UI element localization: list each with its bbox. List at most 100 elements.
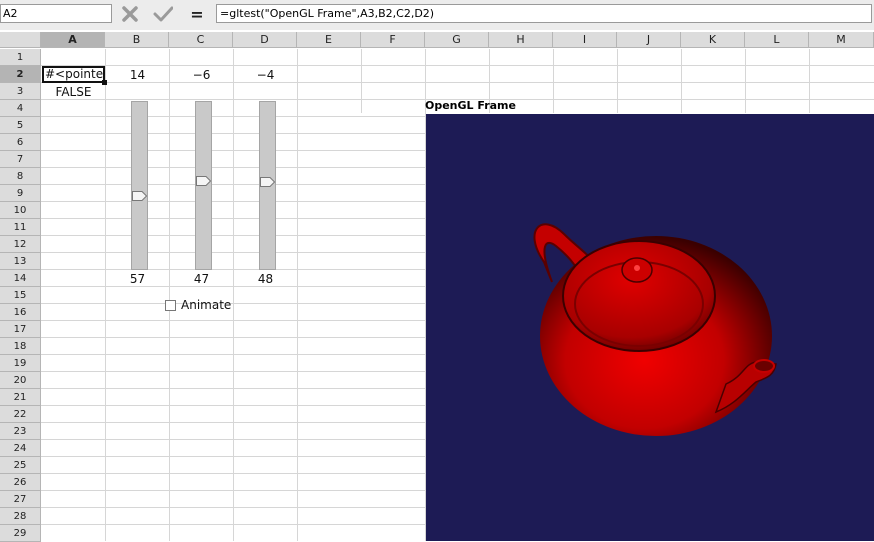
row-header-1[interactable]: 1 (0, 49, 41, 66)
grid-line (41, 116, 426, 117)
column-header-e[interactable]: E (297, 32, 361, 48)
grid-line (169, 49, 170, 541)
row-header-18[interactable]: 18 (0, 338, 41, 355)
row-header-21[interactable]: 21 (0, 389, 41, 406)
grid-line (41, 303, 426, 304)
cross-icon (122, 6, 138, 22)
column-header-l[interactable]: L (745, 32, 809, 48)
column-header-c[interactable]: C (169, 32, 233, 48)
grid-line (41, 371, 426, 372)
grid-line (809, 49, 810, 113)
opengl-frame[interactable] (426, 114, 874, 541)
name-box[interactable]: A2 (0, 4, 112, 23)
row-header-11[interactable]: 11 (0, 219, 41, 236)
grid-line (41, 252, 426, 253)
grid-line (41, 354, 426, 355)
column-header-g[interactable]: G (425, 32, 489, 48)
opengl-frame-title: OpenGL Frame (425, 99, 516, 112)
grid-line (41, 388, 426, 389)
cancel-button[interactable] (119, 4, 141, 24)
row-header-5[interactable]: 5 (0, 117, 41, 134)
grid-line (681, 49, 682, 113)
cell-c14[interactable]: 47 (170, 271, 233, 287)
grid-line (745, 49, 746, 113)
slider-thumb[interactable] (132, 191, 147, 201)
column-header-k[interactable]: K (681, 32, 745, 48)
grid-line (41, 218, 426, 219)
row-header-17[interactable]: 17 (0, 321, 41, 338)
row-header-13[interactable]: 13 (0, 253, 41, 270)
grid-line (41, 235, 426, 236)
checkbox-box[interactable] (165, 299, 176, 311)
row-header-9[interactable]: 9 (0, 185, 41, 202)
grid-line (41, 150, 426, 151)
grid-line (41, 524, 426, 525)
grid-line (41, 422, 426, 423)
equals-button[interactable]: = (186, 4, 208, 24)
formula-bar: A2 = =gltest("OpenGL Frame",A3,B2,C2,D2) (0, 0, 874, 30)
formula-input[interactable]: =gltest("OpenGL Frame",A3,B2,C2,D2) (216, 4, 872, 23)
row-header-25[interactable]: 25 (0, 457, 41, 474)
slider-d[interactable] (259, 101, 276, 270)
column-header-b[interactable]: B (105, 32, 169, 48)
grid-line (41, 65, 874, 66)
animate-checkbox[interactable]: Animate (165, 298, 231, 312)
slider-c[interactable] (195, 101, 212, 270)
column-header-f[interactable]: F (361, 32, 425, 48)
grid-line (41, 507, 426, 508)
row-header-19[interactable]: 19 (0, 355, 41, 372)
row-header-10[interactable]: 10 (0, 202, 41, 219)
row-header-23[interactable]: 23 (0, 423, 41, 440)
row-header-14[interactable]: 14 (0, 270, 41, 287)
cell-d2[interactable]: −4 (234, 67, 297, 83)
column-header-j[interactable]: J (617, 32, 681, 48)
grid-line (41, 456, 426, 457)
grid-line (41, 269, 426, 270)
cell-a3[interactable]: FALSE (42, 84, 105, 100)
column-header-h[interactable]: H (489, 32, 553, 48)
grid-line (41, 320, 426, 321)
row-header-22[interactable]: 22 (0, 406, 41, 423)
column-header-m[interactable]: M (809, 32, 874, 48)
slider-b[interactable] (131, 101, 148, 270)
row-header-24[interactable]: 24 (0, 440, 41, 457)
grid-line (41, 167, 426, 168)
checkmark-icon (153, 6, 173, 22)
row-header-12[interactable]: 12 (0, 236, 41, 253)
row-header-3[interactable]: 3 (0, 83, 41, 100)
grid-line (297, 49, 298, 541)
cell-c2[interactable]: −6 (170, 67, 233, 83)
row-header-20[interactable]: 20 (0, 372, 41, 389)
row-header-8[interactable]: 8 (0, 168, 41, 185)
row-header-16[interactable]: 16 (0, 304, 41, 321)
row-header-7[interactable]: 7 (0, 151, 41, 168)
grid-line (41, 473, 426, 474)
grid-line (361, 49, 362, 113)
row-header-29[interactable]: 29 (0, 525, 41, 542)
cell-b2[interactable]: 14 (106, 67, 169, 83)
grid-line (233, 49, 234, 541)
grid-line (41, 490, 426, 491)
cell-b14[interactable]: 57 (106, 271, 169, 287)
column-header-d[interactable]: D (233, 32, 297, 48)
grid-line (41, 184, 426, 185)
accept-button[interactable] (152, 4, 174, 24)
grid-line (41, 133, 426, 134)
column-header-i[interactable]: I (553, 32, 617, 48)
row-header-2[interactable]: 2 (0, 66, 41, 83)
row-header-27[interactable]: 27 (0, 491, 41, 508)
slider-thumb[interactable] (260, 177, 275, 187)
select-all-corner[interactable] (0, 32, 41, 48)
row-header-26[interactable]: 26 (0, 474, 41, 491)
grid-line (41, 337, 426, 338)
cell-a2[interactable]: #<pointer ! (42, 66, 105, 83)
row-header-28[interactable]: 28 (0, 508, 41, 525)
grid-line (41, 405, 426, 406)
row-header-4[interactable]: 4 (0, 100, 41, 117)
column-header-a[interactable]: A (41, 32, 105, 48)
row-header-6[interactable]: 6 (0, 134, 41, 151)
animate-label: Animate (181, 298, 232, 312)
cell-d14[interactable]: 48 (234, 271, 297, 287)
slider-thumb[interactable] (196, 176, 211, 186)
row-header-15[interactable]: 15 (0, 287, 41, 304)
